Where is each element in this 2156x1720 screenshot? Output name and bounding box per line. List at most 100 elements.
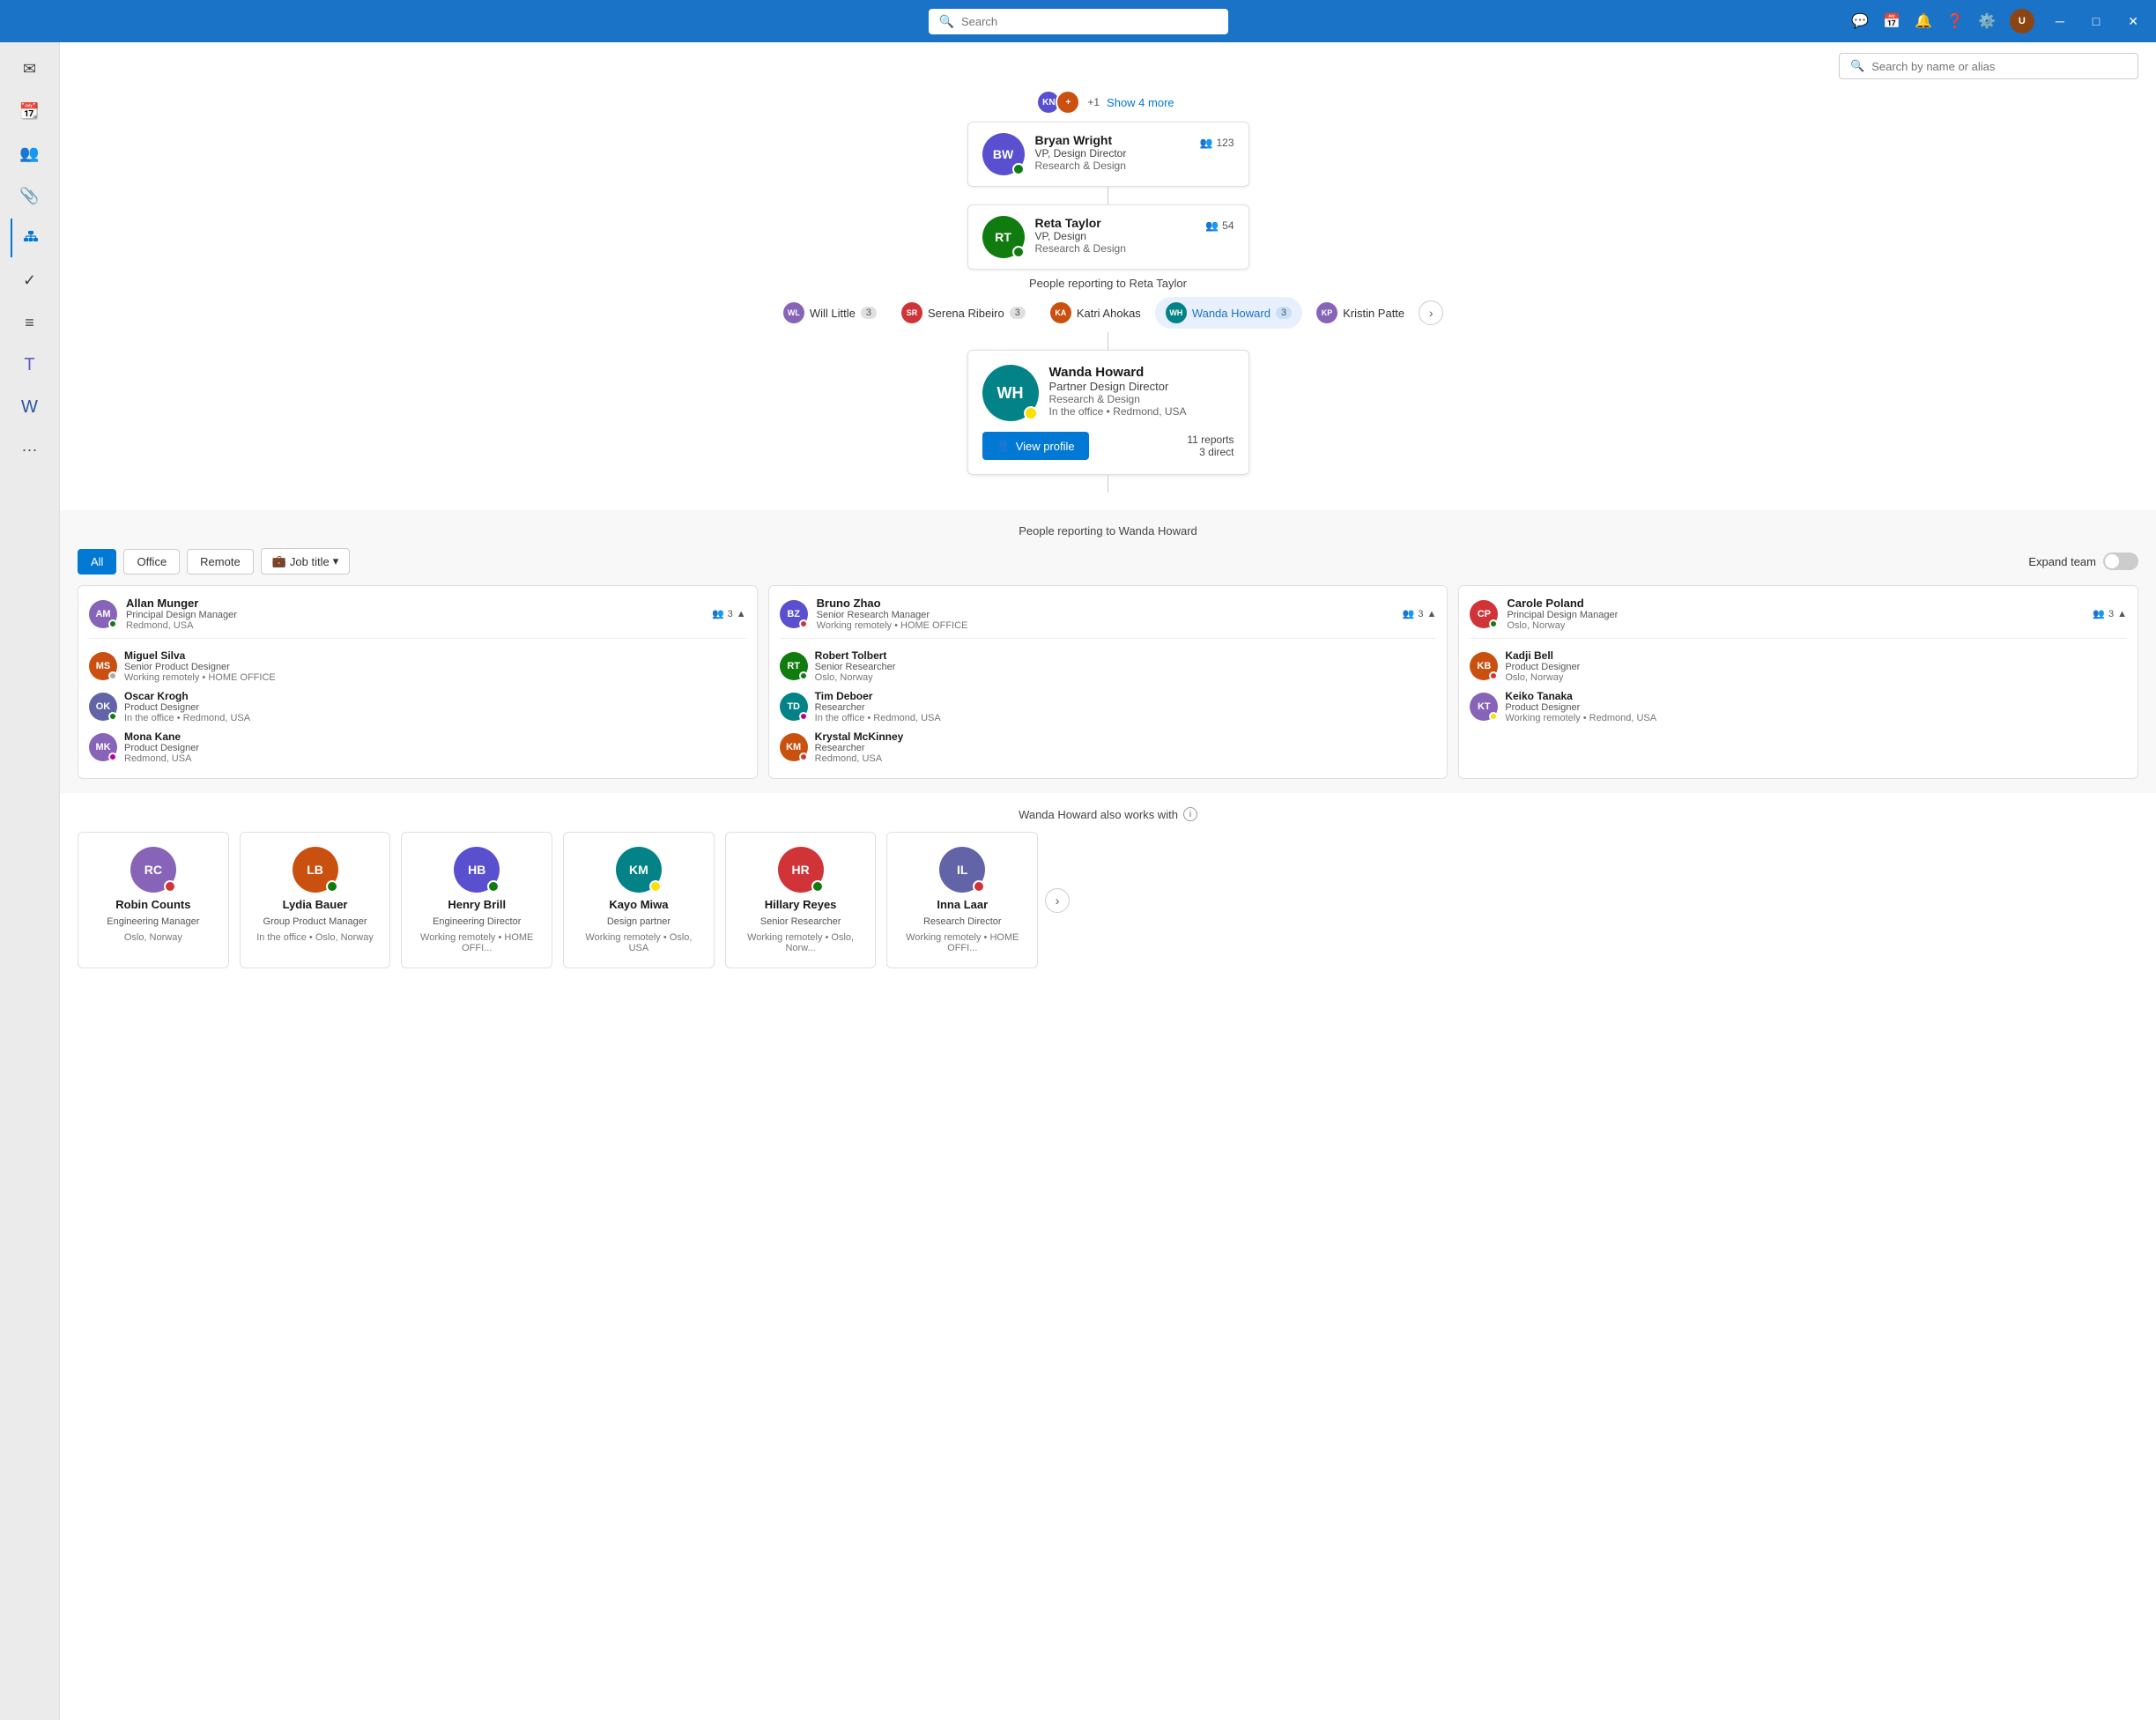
will-badge: 3 bbox=[861, 307, 877, 319]
chevron-up-icon-3: ▲ bbox=[2117, 609, 2127, 619]
sidebar-item-calendar[interactable]: 📆 bbox=[11, 92, 49, 130]
minimize-button[interactable]: ─ bbox=[2049, 11, 2071, 32]
team-card-bruno: BZ Bruno Zhao Senior Research Manager Wo… bbox=[768, 585, 1448, 779]
oscar-avatar: OK bbox=[89, 693, 117, 721]
inna-name: Inna Laar bbox=[937, 898, 988, 911]
sidebar-item-teams[interactable]: T bbox=[11, 345, 49, 384]
wanda-card-info: Wanda Howard Partner Design Director Res… bbox=[1049, 365, 1187, 421]
reta-status bbox=[1012, 246, 1025, 258]
stacked-avatar-2: + bbox=[1056, 90, 1080, 115]
tim-location: In the office • Redmond, USA bbox=[815, 713, 941, 723]
robin-location: Oslo, Norway bbox=[124, 932, 182, 943]
lydia-title: Group Product Manager bbox=[263, 916, 367, 927]
sidebar-item-check[interactable]: ✓ bbox=[11, 261, 49, 300]
sidebar-item-attach[interactable]: 📎 bbox=[11, 176, 49, 215]
collab-card-lydia[interactable]: LB Lydia Bauer Group Product Manager In … bbox=[240, 832, 391, 968]
user-avatar[interactable]: U bbox=[2010, 9, 2034, 33]
lydia-avatar: LB bbox=[293, 847, 338, 893]
org-search-box[interactable]: 🔍 bbox=[1839, 53, 2138, 79]
bruno-title: Senior Research Manager bbox=[817, 610, 1394, 620]
sidebar-item-word[interactable]: W bbox=[11, 388, 49, 426]
tim-info: Tim Deboer Researcher In the office • Re… bbox=[815, 690, 941, 723]
member-oscar[interactable]: OK Oscar Krogh Product Designer In the o… bbox=[89, 686, 746, 727]
keiko-location: Working remotely • Redmond, USA bbox=[1505, 713, 1656, 723]
expand-team-toggle[interactable] bbox=[2103, 552, 2138, 570]
member-tim[interactable]: TD Tim Deboer Researcher In the office •… bbox=[780, 686, 1437, 727]
allan-title: Principal Design Manager bbox=[126, 610, 703, 620]
sidebar-item-more[interactable]: ··· bbox=[11, 430, 49, 469]
people-icon-5: 👥 bbox=[2093, 608, 2105, 619]
collab-card-hillary[interactable]: HR Hillary Reyes Senior Researcher Worki… bbox=[725, 832, 877, 968]
kayo-avatar: KM bbox=[616, 847, 662, 893]
hillary-title: Senior Researcher bbox=[760, 916, 841, 927]
collab-next-button[interactable]: › bbox=[1045, 888, 1070, 913]
mona-avatar: MK bbox=[89, 733, 117, 761]
collab-card-robin[interactable]: RC Robin Counts Engineering Manager Oslo… bbox=[78, 832, 229, 968]
member-krystal[interactable]: KM Krystal McKinney Researcher Redmond, … bbox=[780, 727, 1437, 767]
view-profile-button[interactable]: 👤 View profile bbox=[982, 432, 1089, 460]
wanda-tab-name: Wanda Howard bbox=[1192, 307, 1271, 320]
kadji-info: Kadji Bell Product Designer Oslo, Norway bbox=[1505, 649, 1580, 683]
member-keiko[interactable]: KT Keiko Tanaka Product Designer Working… bbox=[1470, 686, 2127, 727]
titlebar-search-input[interactable] bbox=[961, 15, 1218, 28]
settings-icon[interactable]: ⚙️ bbox=[1978, 12, 1996, 30]
collab-card-henry[interactable]: HB Henry Brill Engineering Director Work… bbox=[401, 832, 552, 968]
chat-icon[interactable]: 💬 bbox=[1851, 12, 1869, 30]
inna-status bbox=[973, 880, 985, 893]
filter-all[interactable]: All bbox=[78, 549, 116, 575]
tab-katri-ahokas[interactable]: KA Katri Ahokas bbox=[1040, 297, 1152, 329]
krystal-name: Krystal McKinney bbox=[815, 730, 904, 743]
maximize-button[interactable]: □ bbox=[2086, 11, 2107, 32]
miguel-avatar: MS bbox=[89, 652, 117, 680]
collab-card-inna[interactable]: IL Inna Laar Research Director Working r… bbox=[886, 832, 1038, 968]
more-tabs-button[interactable]: › bbox=[1419, 300, 1443, 325]
filter-job-title[interactable]: 💼 Job title ▾ bbox=[261, 548, 351, 575]
help-icon[interactable]: ❓ bbox=[1946, 12, 1964, 30]
sidebar-item-org[interactable] bbox=[11, 219, 49, 257]
bruno-status bbox=[799, 619, 808, 628]
member-mona[interactable]: MK Mona Kane Product Designer Redmond, U… bbox=[89, 727, 746, 767]
robert-name: Robert Tolbert bbox=[815, 649, 896, 662]
filter-office[interactable]: Office bbox=[123, 549, 180, 575]
wanda-selected-name: Wanda Howard bbox=[1049, 365, 1187, 380]
wanda-card-top: WH Wanda Howard Partner Design Director … bbox=[982, 365, 1234, 421]
wanda-selected-location: In the office • Redmond, USA bbox=[1049, 405, 1187, 418]
show-more-button[interactable]: Show 4 more bbox=[1107, 96, 1174, 109]
people-icon: 👥 bbox=[1200, 137, 1213, 149]
chevron-up-icon: ▲ bbox=[737, 609, 746, 619]
close-button[interactable]: ✕ bbox=[2121, 11, 2145, 33]
chevron-up-icon-2: ▲ bbox=[1426, 609, 1436, 619]
mona-info: Mona Kane Product Designer Redmond, USA bbox=[124, 730, 199, 764]
titlebar-search-box[interactable]: 🔍 bbox=[929, 9, 1228, 34]
tab-kristin-patte[interactable]: KP Kristin Patte bbox=[1306, 297, 1415, 329]
tab-will-little[interactable]: WL Will Little 3 bbox=[773, 297, 887, 329]
robin-status bbox=[164, 880, 176, 893]
krystal-title: Researcher bbox=[815, 743, 904, 753]
bell-icon[interactable]: 🔔 bbox=[1915, 12, 1932, 30]
tab-wanda-howard[interactable]: WH Wanda Howard 3 bbox=[1155, 297, 1302, 329]
oscar-location: In the office • Redmond, USA bbox=[124, 713, 250, 723]
org-card-reta[interactable]: RT Reta Taylor VP, Design Research & Des… bbox=[967, 204, 1249, 270]
member-miguel[interactable]: MS Miguel Silva Senior Product Designer … bbox=[89, 646, 746, 686]
team-card-allan: AM Allan Munger Principal Design Manager… bbox=[78, 585, 758, 779]
people-icon-4: 👥 bbox=[1403, 608, 1415, 619]
calendar-icon[interactable]: 📅 bbox=[1883, 12, 1900, 30]
collab-row: RC Robin Counts Engineering Manager Oslo… bbox=[78, 832, 2138, 968]
lydia-location: In the office • Oslo, Norway bbox=[256, 932, 374, 943]
org-search-input[interactable] bbox=[1871, 60, 2127, 73]
profile-icon: 👤 bbox=[997, 439, 1011, 453]
tab-serena-ribeiro[interactable]: SR Serena Ribeiro 3 bbox=[891, 297, 1036, 329]
carole-avatar: CP bbox=[1470, 600, 1498, 628]
sidebar-item-mail[interactable]: ✉ bbox=[11, 49, 49, 88]
org-card-bryan[interactable]: BW Bryan Wright VP, Design Director Rese… bbox=[967, 122, 1249, 187]
search-icon: 🔍 bbox=[939, 14, 954, 29]
krystal-avatar: KM bbox=[780, 733, 808, 761]
collab-card-kayo[interactable]: KM Kayo Miwa Design partner Working remo… bbox=[563, 832, 715, 968]
sidebar-item-people[interactable]: 👥 bbox=[11, 134, 49, 173]
sidebar-item-lines[interactable]: ≡ bbox=[11, 303, 49, 342]
info-icon[interactable]: i bbox=[1183, 807, 1197, 821]
member-robert[interactable]: RT Robert Tolbert Senior Researcher Oslo… bbox=[780, 646, 1437, 686]
filter-remote[interactable]: Remote bbox=[187, 549, 254, 575]
reta-dept: Research & Design bbox=[1035, 242, 1234, 255]
member-kadji[interactable]: KB Kadji Bell Product Designer Oslo, Nor… bbox=[1470, 646, 2127, 686]
